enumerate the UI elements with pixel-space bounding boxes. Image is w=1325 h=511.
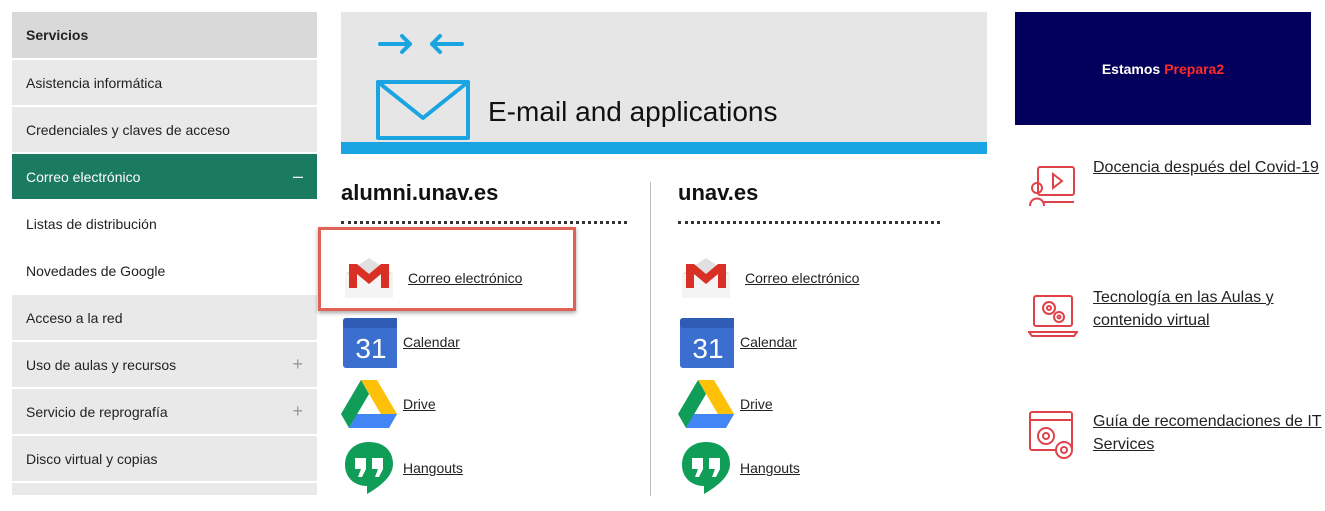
- banner-accent-bar: [341, 142, 987, 154]
- promo-banner[interactable]: Estamos Prepara2: [1015, 12, 1311, 125]
- collapse-icon[interactable]: –: [293, 166, 303, 187]
- column-title: unav.es: [678, 180, 759, 205]
- column-title: alumni.unav.es: [341, 180, 499, 205]
- app-hangouts[interactable]: Hangouts: [341, 440, 463, 496]
- sidebar-item-correo[interactable]: Correo electrónico –: [12, 152, 317, 199]
- envelope-arrows-icon: [376, 34, 470, 140]
- email-banner: E-mail and applications: [341, 12, 987, 142]
- sidebar-item-reprografia[interactable]: Servicio de reprografía +: [12, 387, 317, 434]
- calendar-day: 31: [692, 333, 723, 364]
- hangouts-icon: [345, 442, 393, 494]
- drive-icon: [341, 380, 397, 428]
- expand-icon[interactable]: +: [292, 401, 303, 422]
- link-docencia[interactable]: Docencia después del Covid-19: [1028, 156, 1325, 210]
- column-unav: unav.es: [678, 180, 758, 206]
- app-link-gmail[interactable]: Correo electrónico: [745, 270, 859, 286]
- hangouts-icon: [682, 442, 730, 494]
- sidebar-nav: Servicios Asistencia informática Credenc…: [12, 12, 317, 495]
- online-teaching-icon: [1029, 166, 1075, 207]
- app-link-hangouts[interactable]: Hangouts: [740, 460, 800, 476]
- app-drive[interactable]: Drive: [341, 376, 436, 432]
- sidebar-item-label: Servicio de reprografía: [26, 403, 168, 420]
- dotted-separator: [341, 221, 627, 224]
- app-drive[interactable]: Drive: [678, 376, 773, 432]
- column-divider: [650, 182, 651, 496]
- sidebar-item-credenciales[interactable]: Credenciales y claves de acceso: [12, 105, 317, 152]
- app-gmail[interactable]: Correo electrónico: [678, 252, 859, 304]
- sidebar-item-label: Novedades de Google: [26, 262, 166, 279]
- link-tecnologia[interactable]: Tecnología en las Aulas y contenido virt…: [1028, 286, 1325, 338]
- calendar-icon: 31: [680, 318, 734, 368]
- app-link-calendar[interactable]: Calendar: [403, 334, 460, 350]
- column-alumni: alumni.unav.es: [341, 180, 498, 206]
- sidebar-item-acceso-red[interactable]: Acceso a la red: [12, 293, 317, 340]
- sidebar-item-label: Listas de distribución: [26, 215, 157, 232]
- sidebar-item-label: Disco virtual y copias: [26, 450, 158, 467]
- sidebar-item-label: Correo electrónico: [26, 168, 141, 185]
- sidebar-next-item[interactable]: [12, 481, 317, 495]
- sidebar-item-label: Credenciales y claves de acceso: [26, 121, 230, 138]
- sidebar-item-listas[interactable]: Listas de distribución: [12, 199, 317, 246]
- classroom-tech-icon: [1028, 295, 1078, 337]
- app-calendar[interactable]: 31 Calendar: [341, 316, 460, 368]
- sidebar-item-disco-virtual[interactable]: Disco virtual y copias: [12, 434, 317, 481]
- calendar-icon: 31: [343, 318, 397, 368]
- sidebar-item-label: Asistencia informática: [26, 74, 163, 91]
- promo-highlight: Prepara2: [1164, 60, 1225, 77]
- app-hangouts[interactable]: Hangouts: [678, 440, 800, 496]
- gmail-icon: [682, 258, 730, 298]
- app-link-drive[interactable]: Drive: [403, 396, 436, 412]
- dotted-separator: [678, 221, 940, 224]
- link-tecnologia-label[interactable]: Tecnología en las Aulas y contenido virt…: [1093, 286, 1325, 332]
- expand-icon[interactable]: +: [292, 354, 303, 375]
- sidebar-item-asistencia[interactable]: Asistencia informática: [12, 58, 317, 105]
- sidebar-item-aulas[interactable]: Uso de aulas y recursos +: [12, 340, 317, 387]
- settings-guide-icon: [1029, 411, 1073, 459]
- app-link-drive[interactable]: Drive: [740, 396, 773, 412]
- calendar-day: 31: [355, 333, 386, 364]
- drive-icon: [678, 380, 734, 428]
- link-guia[interactable]: Guía de recomendaciones de IT Services: [1028, 410, 1325, 462]
- highlight-box: [318, 227, 576, 311]
- promo-text: Estamos: [1101, 60, 1161, 77]
- sidebar-item-label: Uso de aulas y recursos: [26, 356, 177, 373]
- sidebar-header: Servicios: [12, 12, 317, 58]
- page: Servicios Asistencia informática Credenc…: [0, 0, 1325, 511]
- sidebar-item-label: Acceso a la red: [26, 309, 123, 326]
- app-calendar[interactable]: 31 Calendar: [678, 316, 797, 368]
- app-link-calendar[interactable]: Calendar: [740, 334, 797, 350]
- sidebar-item-novedades[interactable]: Novedades de Google: [12, 246, 317, 293]
- page-title: E-mail and applications: [488, 96, 778, 127]
- app-link-hangouts[interactable]: Hangouts: [403, 460, 463, 476]
- link-guia-label[interactable]: Guía de recomendaciones de IT Services: [1093, 410, 1325, 456]
- link-docencia-label[interactable]: Docencia después del Covid-19: [1093, 156, 1325, 179]
